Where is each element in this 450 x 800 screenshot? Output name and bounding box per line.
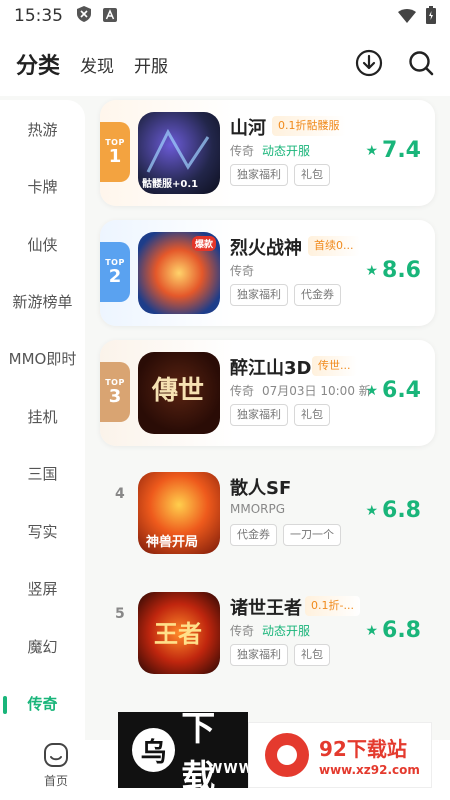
- tag: 独家福利: [230, 164, 288, 186]
- sidebar-item-three-kingdoms[interactable]: 三国: [0, 459, 85, 489]
- game-icon: 神兽开局: [138, 472, 220, 554]
- tab-discover[interactable]: 发现: [80, 52, 114, 77]
- star-icon: ★: [365, 142, 379, 159]
- tag: 礼包: [294, 404, 330, 426]
- watermark-left: 乌 下载 WWW: [118, 709, 253, 798]
- star-icon: ★: [365, 262, 379, 279]
- top-nav: 分类 发现 开服: [0, 32, 450, 96]
- watermark-right: 92下载站 www.xz92.com: [248, 722, 432, 788]
- watermark-brand: 92下载站: [319, 737, 407, 761]
- sidebar-item-idle[interactable]: 挂机: [0, 402, 85, 432]
- tag-list: 独家福利 礼包: [230, 404, 330, 426]
- sidebar-item-card[interactable]: 卡牌: [0, 172, 85, 202]
- tag-list: 独家福利 礼包: [230, 644, 330, 666]
- game-icon: 傳世: [138, 352, 220, 434]
- game-card[interactable]: TOP 2 爆款 烈火战神 首续0... 传奇 独家福利 代金券 ★ 8.6: [100, 220, 435, 326]
- game-name: 醉江山3D: [230, 358, 312, 379]
- rank-number: 5: [115, 606, 125, 622]
- star-icon: ★: [365, 622, 379, 639]
- game-meta: 传奇 动态开服: [230, 144, 311, 158]
- app-a-icon: [103, 7, 117, 26]
- rank-badge: TOP 3: [100, 362, 130, 422]
- tab-open-server[interactable]: 开服: [134, 52, 168, 77]
- sidebar-item-new-ranking[interactable]: 新游榜单: [0, 287, 85, 317]
- rank-badge: TOP 2: [100, 242, 130, 302]
- tag: 代金券: [294, 284, 341, 306]
- game-name: 散人SF: [230, 478, 292, 499]
- watermark-logo-icon: [265, 733, 309, 777]
- game-meta: 传奇: [230, 264, 255, 278]
- tag-list: 独家福利 礼包: [230, 164, 330, 186]
- tag: 代金券: [230, 524, 277, 546]
- watermark-text: 下载: [181, 709, 216, 798]
- star-icon: ★: [365, 382, 379, 399]
- tag-list: 独家福利 代金券: [230, 284, 341, 306]
- sidebar-item-mmo[interactable]: MMO即时: [0, 344, 85, 374]
- tag: 礼包: [294, 644, 330, 666]
- tab-home[interactable]: 首页: [36, 742, 76, 789]
- tag: 礼包: [294, 164, 330, 186]
- promo-tag: 首续0...: [308, 236, 360, 256]
- game-card[interactable]: 5 王者 诸世王者 0.1折-... 传奇 动态开服 独家福利 礼包 ★ 6.8: [100, 580, 435, 686]
- score: ★ 8.6: [365, 258, 421, 283]
- tag: 独家福利: [230, 404, 288, 426]
- game-icon: 骷髅服+0.1: [138, 112, 220, 194]
- tag: 独家福利: [230, 284, 288, 306]
- sidebar-item-xianxia[interactable]: 仙侠: [0, 230, 85, 260]
- shield-icon: [77, 6, 91, 26]
- game-icon: 爆款: [138, 232, 220, 314]
- promo-tag: 传世...: [312, 356, 357, 376]
- status-bar: 15:35: [0, 0, 450, 32]
- game-meta: 传奇 07月03日 10:00 新: [230, 384, 371, 398]
- watermark-url: www.xz92.com: [319, 763, 420, 777]
- sidebar-item-fantasy[interactable]: 魔幻: [0, 632, 85, 662]
- tab-category[interactable]: 分类: [16, 48, 60, 80]
- download-icon: [355, 49, 383, 77]
- game-card[interactable]: TOP 1 骷髅服+0.1 山河 0.1折骷髅服 传奇 动态开服 独家福利 礼包 …: [100, 100, 435, 206]
- game-name: 烈火战神: [230, 238, 302, 259]
- search-icon: [409, 51, 434, 76]
- tag: 独家福利: [230, 644, 288, 666]
- active-category-indicator: [3, 696, 7, 714]
- home-face-icon: [44, 743, 68, 767]
- game-meta: MMORPG: [230, 502, 286, 516]
- game-name: 诸世王者: [230, 598, 302, 619]
- score: ★ 6.4: [365, 378, 421, 403]
- score: ★ 7.4: [365, 138, 421, 163]
- sidebar-item-hot[interactable]: 热游: [0, 115, 85, 145]
- game-icon: 王者: [138, 592, 220, 674]
- tab-home-label: 首页: [43, 774, 68, 788]
- star-icon: ★: [365, 502, 379, 519]
- promo-tag: 0.1折-...: [305, 596, 360, 616]
- sidebar-item-vertical[interactable]: 竖屏: [0, 574, 85, 604]
- wifi-icon: [398, 8, 416, 27]
- download-button[interactable]: [354, 48, 384, 78]
- status-time: 15:35: [14, 6, 63, 26]
- promo-tag: 0.1折骷髅服: [272, 116, 346, 136]
- battery-icon: [426, 6, 436, 28]
- score: ★ 6.8: [365, 498, 421, 523]
- game-name: 山河: [230, 118, 266, 139]
- rank-badge: TOP 1: [100, 122, 130, 182]
- tag: 一刀一个: [283, 524, 341, 546]
- tag-list: 代金券 一刀一个: [230, 524, 341, 546]
- score: ★ 6.8: [365, 618, 421, 643]
- game-card[interactable]: TOP 3 傳世 醉江山3D 传世... 传奇 07月03日 10:00 新 独家…: [100, 340, 435, 446]
- sidebar-item-legend[interactable]: 传奇: [0, 689, 85, 719]
- rank-number: 4: [115, 486, 125, 502]
- sidebar-item-realistic[interactable]: 写实: [0, 517, 85, 547]
- category-sidebar: 热游 卡牌 仙侠 新游榜单 MMO即时 挂机 三国 写实 竖屏 魔幻: [0, 100, 85, 740]
- game-meta: 传奇 动态开服: [230, 624, 311, 638]
- search-button[interactable]: [406, 48, 436, 78]
- game-card[interactable]: 4 神兽开局 散人SF MMORPG 代金券 一刀一个 ★ 6.8: [100, 460, 435, 566]
- watermark-logo: 乌: [132, 728, 176, 772]
